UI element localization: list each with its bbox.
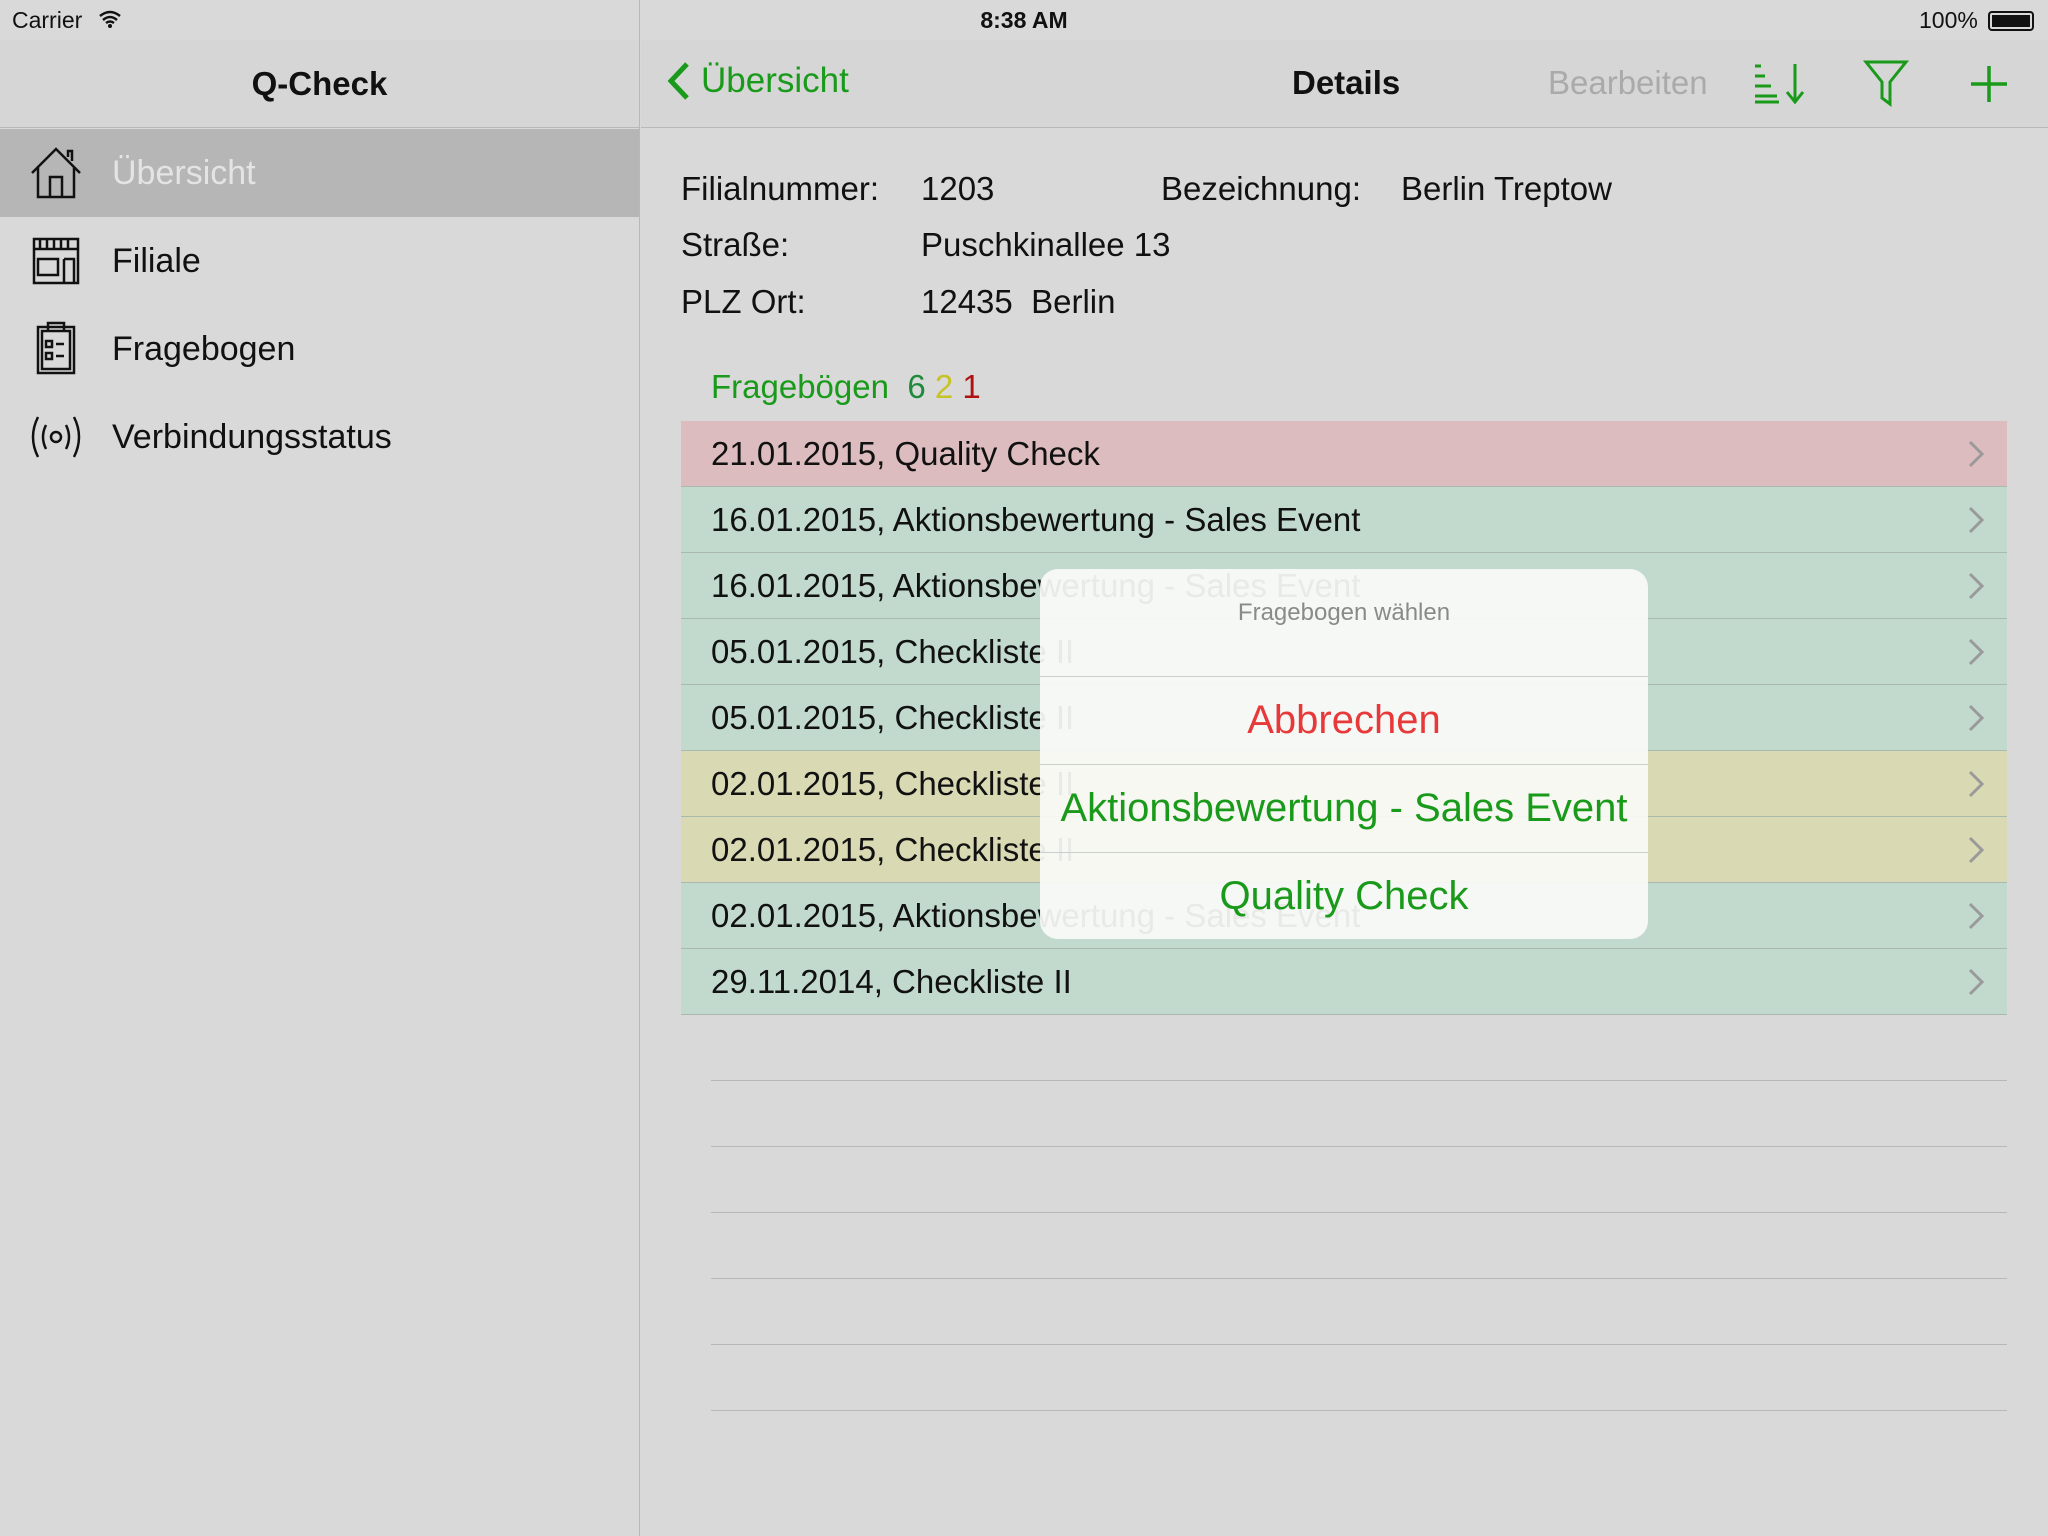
empty-row-divider (711, 1146, 2007, 1147)
plz-label: PLZ Ort: (681, 283, 806, 320)
clipboard-icon (36, 321, 76, 375)
broadcast-icon (31, 416, 81, 458)
questionnaire-row[interactable]: 29.11.2014, Checkliste II (681, 949, 2007, 1015)
popover-title: Fragebogen wählen (1237, 599, 1451, 626)
detail-nav-bar: Übersicht Details Bearbeiten (641, 40, 2048, 128)
row-label: 16.01.2015, Aktionsbewertung - Sales Eve… (711, 500, 1361, 538)
chevron-right-icon (1968, 704, 1985, 732)
sidebar-item-fragebogen[interactable]: Fragebogen (0, 305, 639, 393)
add-icon[interactable] (1969, 64, 2009, 104)
option-quality-check[interactable]: Quality Check (1040, 853, 1648, 939)
plz-value: 12435 Berlin (921, 283, 1116, 320)
store-icon (32, 237, 80, 285)
chevron-right-icon (1968, 506, 1985, 534)
sidebar: Q-Check Übersicht Filiale Fragebogen Ver… (0, 0, 640, 1536)
chevron-right-icon (1968, 902, 1985, 930)
cancel-button[interactable]: Abbrechen (1040, 677, 1648, 764)
empty-row-divider (711, 1080, 2007, 1081)
back-button[interactable]: Übersicht (665, 60, 849, 102)
status-bar: Carrier 8:38 AM 100% (0, 0, 2048, 40)
sidebar-item-label: Filiale (112, 241, 201, 280)
home-icon (31, 147, 81, 199)
empty-row-divider (711, 1278, 2007, 1279)
questionnaire-row[interactable]: 21.01.2015, Quality Check (681, 421, 2007, 487)
chevron-right-icon (1968, 968, 1985, 996)
questionnaires-header: Fragebögen 6 2 1 (711, 368, 981, 406)
count-red: 1 (962, 368, 981, 405)
row-label: 02.01.2015, Checkliste II (711, 764, 1075, 802)
empty-row-divider (711, 1344, 2007, 1345)
row-label: 05.01.2015, Checkliste II (711, 632, 1075, 670)
page-title: Details (1292, 64, 1401, 101)
filialnummer-value: 1203 (921, 170, 995, 207)
count-green: 6 (907, 368, 926, 405)
back-label: Übersicht (701, 61, 849, 100)
filialnummer-label: Filialnummer: (681, 170, 880, 207)
strasse-value: Puschkinallee 13 (921, 226, 1171, 263)
bezeichnung-value: Berlin Treptow (1401, 170, 1612, 207)
count-yellow: 2 (934, 368, 954, 405)
sort-icon[interactable] (1751, 60, 1807, 106)
chevron-right-icon (1968, 836, 1985, 864)
sidebar-item-label: Verbindungsstatus (112, 417, 392, 456)
edit-button[interactable]: Bearbeiten (1548, 64, 1708, 102)
empty-row-divider (711, 1212, 2007, 1213)
row-label: 21.01.2015, Quality Check (711, 434, 1100, 472)
sidebar-item-verbindungsstatus[interactable]: Verbindungsstatus (0, 393, 639, 481)
battery-label: 100% (1919, 7, 1978, 33)
row-label: 05.01.2015, Checkliste II (711, 698, 1075, 736)
chevron-left-icon (667, 62, 689, 100)
time-label: 8:38 AM (980, 7, 1068, 33)
option-aktionsbewertung[interactable]: Aktionsbewertung - Sales Event (1040, 765, 1648, 852)
chevron-right-icon (1968, 572, 1985, 600)
sidebar-item-filiale[interactable]: Filiale (0, 217, 639, 305)
questionnaires-title: Fragebögen (711, 368, 889, 405)
chevron-right-icon (1968, 440, 1985, 468)
chevron-right-icon (1968, 638, 1985, 666)
row-label: 02.01.2015, Checkliste II (711, 830, 1075, 868)
battery-icon (1988, 11, 2034, 31)
filter-icon[interactable] (1863, 58, 1909, 108)
sidebar-title: Q-Check (251, 65, 388, 102)
choose-questionnaire-popover: Fragebogen wählen Abbrechen Aktionsbewer… (1040, 569, 1648, 939)
questionnaire-row[interactable]: 16.01.2015, Aktionsbewertung - Sales Eve… (681, 487, 2007, 553)
row-label: 29.11.2014, Checkliste II (711, 962, 1072, 1000)
chevron-right-icon (1968, 770, 1985, 798)
strasse-label: Straße: (681, 226, 790, 263)
bezeichnung-label: Bezeichnung: (1161, 170, 1361, 207)
empty-row-divider (711, 1410, 2007, 1411)
sidebar-item-uebersicht[interactable]: Übersicht (0, 129, 639, 217)
sidebar-item-label: Fragebogen (112, 329, 296, 368)
sidebar-item-label: Übersicht (112, 153, 256, 192)
sidebar-nav-bar: Q-Check (0, 40, 639, 128)
